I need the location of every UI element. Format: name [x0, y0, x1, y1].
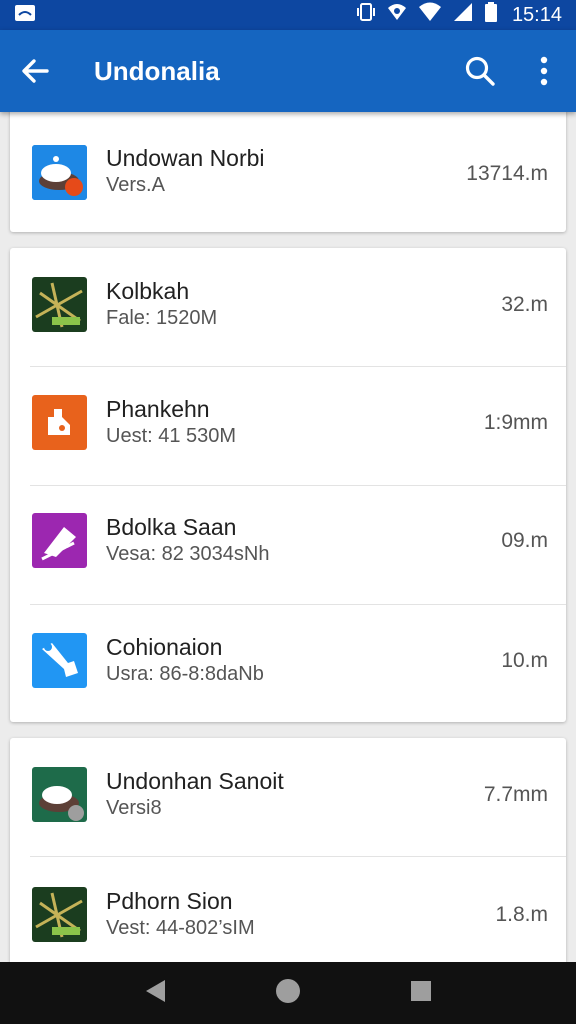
- app-size: 1.8.m: [495, 903, 548, 926]
- list-item-text: Pdhorn Sion Vest: 44-802’sIM: [106, 887, 255, 941]
- app-size: 32.m: [501, 293, 548, 316]
- list-item[interactable]: Bdolka Saan Vesa: 82 3034sNh 09.m: [10, 486, 566, 604]
- blue-tool-icon: [32, 633, 87, 688]
- status-left: [14, 4, 36, 27]
- nav-back-button[interactable]: [143, 978, 167, 1009]
- square-recents-icon: [410, 980, 431, 1001]
- app-version: Vesa: 82 3034sNh: [106, 543, 270, 565]
- list-item-text: Bdolka Saan Vesa: 82 3034sNh: [106, 513, 269, 567]
- app-name: Phankehn: [106, 396, 210, 422]
- purple-pen-icon: [32, 513, 87, 568]
- app-name: Pdhorn Sion: [106, 888, 233, 914]
- app-version: Uest: 41 530M: [106, 425, 237, 447]
- arrow-back-icon: [22, 59, 49, 83]
- app-size: 13714.m: [466, 162, 548, 185]
- overflow-menu-button[interactable]: [512, 30, 576, 112]
- app-size: 10.m: [501, 649, 548, 672]
- status-right: 15:14: [356, 2, 562, 28]
- app-size: 7.7mm: [483, 783, 548, 806]
- wifi-icon: [418, 2, 442, 28]
- food-app-icon: [32, 767, 87, 822]
- app-list: Undowan Norbi Vers.A 13714.m Kolbkah Fal…: [0, 112, 576, 962]
- status-bar: 15:14: [0, 0, 576, 30]
- list-item[interactable]: Pdhorn Sion Vest: 44-802’sIM 1.8.m: [10, 857, 566, 962]
- data-icon: [386, 2, 408, 28]
- system-nav-bar: [0, 962, 576, 1024]
- game-app-icon: [32, 887, 87, 942]
- app-name: Undowan Norbi: [106, 145, 265, 171]
- status-time: 15:14: [511, 3, 562, 26]
- list-item-text: Undonhan Sanoit Versi8: [106, 767, 284, 821]
- battery-icon: [484, 2, 498, 28]
- app-size: 09.m: [501, 529, 548, 552]
- back-button[interactable]: [0, 30, 70, 112]
- app-name: Bdolka Saan: [106, 514, 237, 540]
- app-name: Cohionaion: [106, 634, 223, 660]
- app-name: Kolbkah: [106, 278, 190, 304]
- list-item[interactable]: Phankehn Uest: 41 530M 1:9mm: [10, 367, 566, 485]
- app-bar: Undonalia: [0, 30, 576, 112]
- app-version: Vest: 44-802’sIM: [106, 917, 255, 939]
- more-vert-icon: [540, 56, 548, 86]
- list-item-text: Kolbkah Fale: 1520M: [106, 277, 217, 331]
- triangle-back-icon: [146, 979, 166, 1002]
- card-group-2: Kolbkah Fale: 1520M 32.m Phankehn Uest: …: [10, 248, 566, 722]
- search-button[interactable]: [448, 30, 512, 112]
- game-app-icon: [32, 277, 87, 332]
- app-version: Usra: 86-8:8daNb: [106, 663, 264, 685]
- page-title: Undonalia: [94, 55, 220, 86]
- nav-home-button[interactable]: [274, 977, 302, 1010]
- card-group-3: Undonhan Sanoit Versi8 7.7mm Pdhorn Sion…: [10, 738, 566, 962]
- circle-home-icon: [275, 978, 300, 1003]
- food-app-icon: [32, 145, 87, 200]
- list-item[interactable]: Kolbkah Fale: 1520M 32.m: [10, 248, 566, 366]
- list-item-text: Cohionaion Usra: 86-8:8daNb: [106, 633, 264, 687]
- search-icon: [465, 56, 495, 86]
- list-item[interactable]: Cohionaion Usra: 86-8:8daNb 10.m: [10, 605, 566, 722]
- app-version: Vers.A: [106, 174, 165, 196]
- list-item[interactable]: Undowan Norbi Vers.A 13714.m: [10, 112, 566, 232]
- app-version: Versi8: [106, 797, 162, 819]
- orange-tag-icon: [32, 395, 87, 450]
- list-item[interactable]: Undonhan Sanoit Versi8 7.7mm: [10, 738, 566, 856]
- app-name: Undonhan Sanoit: [106, 768, 284, 794]
- notification-icon: [14, 4, 36, 27]
- app-size: 1:9mm: [483, 411, 548, 434]
- app-version: Fale: 1520M: [106, 307, 218, 329]
- signal-icon: [452, 2, 474, 28]
- list-item-text: Phankehn Uest: 41 530M: [106, 395, 236, 449]
- nav-recents-button[interactable]: [409, 979, 433, 1008]
- card-group-1: Undowan Norbi Vers.A 13714.m: [10, 112, 566, 232]
- list-item-text: Undowan Norbi Vers.A: [106, 144, 265, 198]
- vibrate-icon: [356, 2, 376, 28]
